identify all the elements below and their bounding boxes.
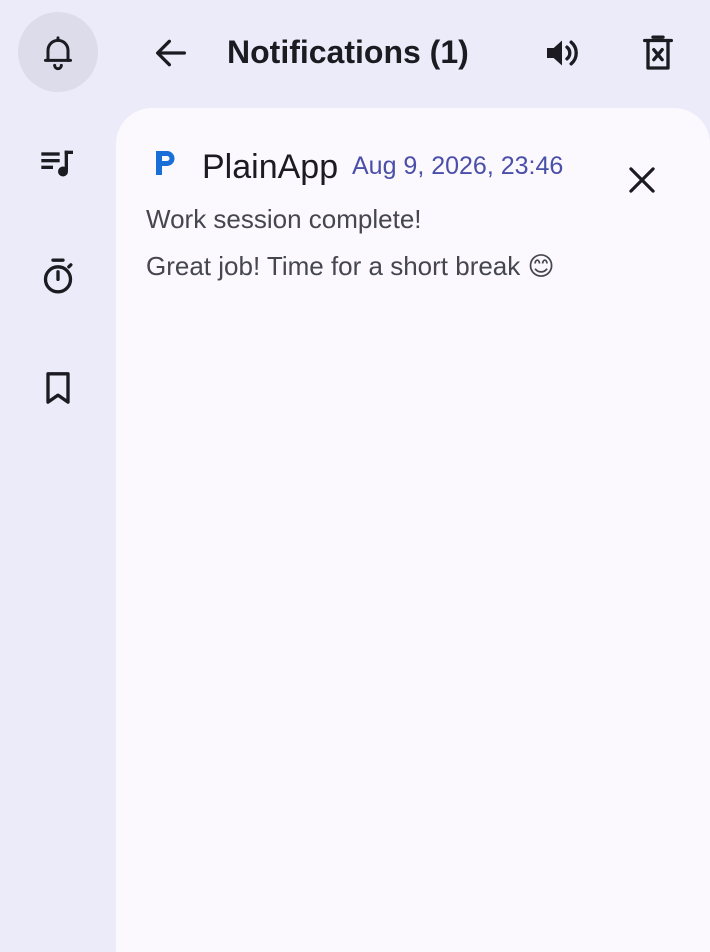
notification-body: Great job! Time for a short break 😊 — [146, 251, 555, 281]
top-app-bar: Notifications (1) — [116, 0, 710, 108]
rail-item-notifications[interactable] — [18, 12, 98, 92]
notification-item[interactable]: PlainApp Aug 9, 2026, 23:46 Work session… — [116, 108, 710, 298]
notification-title: Work session complete! — [146, 204, 422, 234]
rail-item-playlist[interactable] — [18, 124, 98, 204]
close-icon — [629, 167, 655, 193]
timer-icon — [43, 258, 73, 294]
sound-toggle-button[interactable] — [534, 25, 590, 81]
dismiss-notification-button[interactable] — [612, 152, 672, 208]
bell-icon — [44, 36, 72, 71]
clear-all-button[interactable] — [630, 25, 686, 81]
back-button[interactable] — [143, 25, 199, 81]
bookmark-icon — [46, 372, 70, 404]
playlist-music-icon — [41, 150, 73, 177]
notification-timestamp: Aug 9, 2026, 23:46 — [352, 152, 564, 180]
rail-item-bookmarks[interactable] — [18, 348, 98, 428]
volume-icon — [547, 40, 578, 66]
app-window: Notifications (1) PlainApp Aug 9, 2026, … — [0, 0, 710, 952]
delete-all-icon — [643, 35, 673, 70]
notifications-panel: PlainApp Aug 9, 2026, 23:46 Work session… — [116, 108, 710, 952]
page-title: Notifications (1) — [227, 34, 469, 70]
arrow-left-icon — [156, 39, 186, 67]
navigation-rail — [0, 0, 116, 952]
plainapp-logo-icon — [156, 151, 175, 175]
rail-item-timer[interactable] — [18, 236, 98, 316]
notification-app-name: PlainApp — [202, 148, 339, 186]
